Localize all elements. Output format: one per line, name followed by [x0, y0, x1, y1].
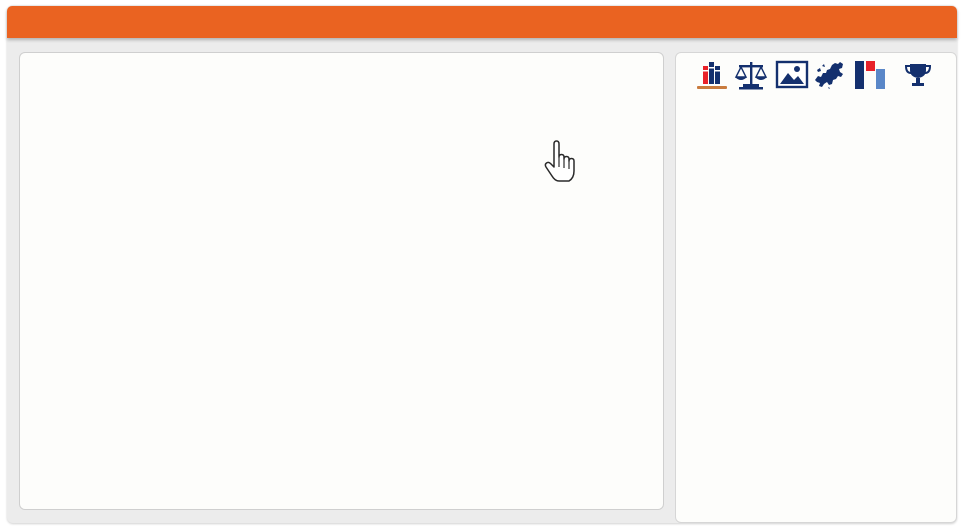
- books-icon[interactable]: [694, 58, 728, 92]
- category-toolbar: [694, 58, 944, 92]
- flag-icon[interactable]: [852, 58, 886, 92]
- scales-icon[interactable]: [734, 58, 768, 92]
- europe-map-icon[interactable]: [812, 58, 846, 92]
- trophy-icon[interactable]: [901, 58, 935, 92]
- side-panel: [675, 52, 957, 523]
- main-content-panel: [19, 52, 664, 510]
- header-bar: [7, 6, 957, 38]
- image-icon[interactable]: [775, 58, 809, 92]
